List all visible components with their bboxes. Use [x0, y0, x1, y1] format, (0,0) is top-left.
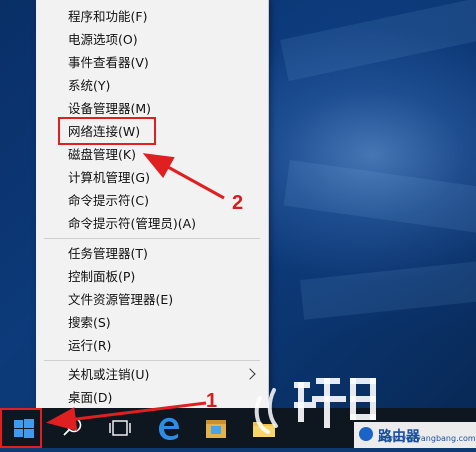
- annotation-step-2: 2: [232, 192, 244, 214]
- watermark-site-url: www.yueyangbang.com: [380, 434, 476, 443]
- arrow-to-network: [142, 153, 225, 200]
- annotation-step-1: 1: [206, 390, 218, 412]
- arrow-to-start: [46, 401, 207, 431]
